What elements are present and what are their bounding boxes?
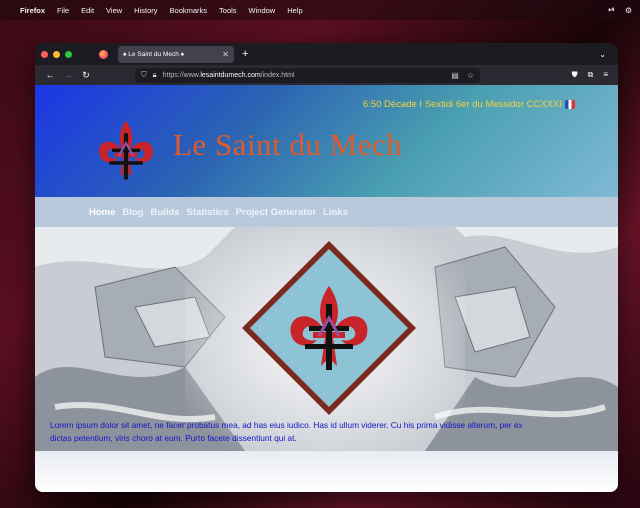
nav-links[interactable]: Links [323, 207, 348, 218]
media-control-icon[interactable]: ⏯ [608, 5, 614, 15]
fleur-de-lis-emblem-icon [242, 241, 416, 415]
nav-toolbar: ← → ↻ ⛉ 🔒︎ https://www.lesaintdumech.com… [35, 65, 618, 85]
menu-help[interactable]: Help [287, 6, 302, 15]
hamburger-menu-icon[interactable]: ≡ [603, 70, 608, 80]
menu-tools[interactable]: Tools [219, 6, 237, 15]
reload-icon[interactable]: ↻ [77, 70, 95, 81]
menu-file[interactable]: File [57, 6, 69, 15]
back-arrow-icon[interactable]: ← [41, 70, 59, 80]
settings-icon[interactable]: ⚙ [625, 6, 632, 15]
address-bar[interactable]: ⛉ 🔒︎ https://www.lesaintdumech.com/index… [135, 67, 480, 83]
menu-bookmarks[interactable]: Bookmarks [170, 6, 208, 15]
pocket-icon[interactable]: ⛊ [572, 70, 578, 80]
close-window-button[interactable] [41, 50, 48, 58]
french-flag-icon [565, 99, 575, 109]
minimize-window-button[interactable] [53, 50, 60, 58]
lorem-paragraph: Lorem ipsum dolor sit amet, ne facer pro… [50, 420, 523, 443]
nav-project-generator[interactable]: Project Generator [236, 207, 316, 218]
bookmark-star-icon[interactable]: ☆ [467, 71, 474, 80]
new-tab-button[interactable]: + [242, 48, 248, 60]
fleur-de-lis-logo-icon[interactable] [91, 115, 161, 185]
revolutionary-datetime: 6:50 Décade I Sextidi 6er du Messidor CC… [363, 99, 575, 110]
zoom-window-button[interactable] [65, 50, 72, 58]
menu-bar: Firefox File Edit View History Bookmarks… [0, 0, 640, 20]
tab-title: ♠ Le Saint du Mech ♠ [123, 50, 185, 58]
forward-arrow-icon[interactable]: → [59, 70, 77, 80]
site-title[interactable]: Le Saint du Mech [173, 127, 402, 163]
content-area [35, 451, 618, 492]
menubar-status-area: ⏯ ⚙ [608, 5, 632, 15]
toolbar-right-icons: ⛊ ⧉ ≡ [572, 70, 608, 80]
hero-banner [35, 227, 618, 451]
extensions-icon[interactable]: ⧉ [588, 70, 594, 80]
nav-home[interactable]: Home [89, 207, 115, 218]
close-tab-icon[interactable]: ✕ [222, 50, 229, 59]
menu-edit[interactable]: Edit [81, 6, 94, 15]
nav-statistics[interactable]: Statistics [187, 207, 229, 218]
menu-window[interactable]: Window [249, 6, 276, 15]
tab-list-chevron-icon[interactable]: ⌄ [599, 50, 606, 59]
nav-builds[interactable]: Builds [151, 207, 180, 218]
tab-bar: ♠ Le Saint du Mech ♠ ✕ + ⌄ [35, 43, 618, 65]
menu-history[interactable]: History [134, 6, 157, 15]
shield-icon[interactable]: ⛉ [141, 70, 147, 80]
menu-app-firefox[interactable]: Firefox [20, 6, 45, 15]
menu-view[interactable]: View [106, 6, 122, 15]
reader-view-icon[interactable]: ▤ [451, 71, 459, 80]
nav-blog[interactable]: Blog [122, 207, 143, 218]
lock-icon[interactable]: 🔒︎ [153, 70, 157, 80]
url-text: https://www.lesaintdumech.com/index.html [162, 71, 295, 79]
tab-active[interactable]: ♠ Le Saint du Mech ♠ ✕ [118, 45, 234, 63]
firefox-view-icon[interactable] [99, 49, 108, 59]
site-header: 6:50 Décade I Sextidi 6er du Messidor CC… [35, 85, 618, 197]
site-nav: Home Blog Builds Statistics Project Gene… [35, 197, 618, 227]
